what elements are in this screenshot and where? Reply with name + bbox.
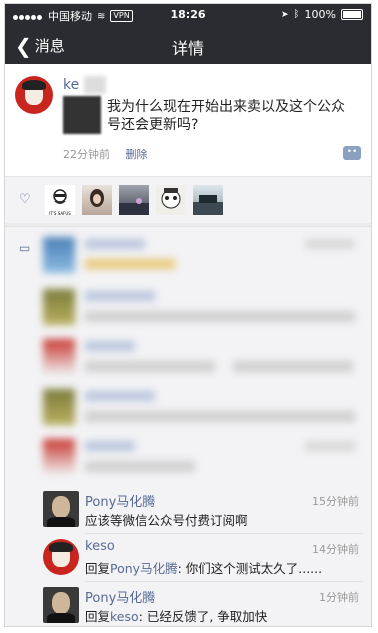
status-right: ➤ ᛒ 100% [281,8,363,21]
comment-item[interactable]: Pony马化腾 回复keso: 已经反馈了, 争取加快 1分钟前 [43,585,363,626]
status-bar: 中国移动 ≋ VPN 18:26 ➤ ᛒ 100% [5,4,371,26]
blurred-comment [43,437,363,485]
comments-section: ▭ Pony马化腾 应该等微信公众号付费订阅啊 15分钟前 keso 回复Pon… [5,226,371,626]
comment-divider [85,533,363,534]
comment-time: 15分钟前 [312,495,359,508]
blurred-comment [43,387,363,435]
commenter-avatar[interactable] [43,587,79,623]
battery-icon [341,9,363,20]
blurred-comment [43,287,363,335]
bluetooth-icon: ᛒ [293,9,300,20]
comment-body: : 已经反馈了, 争取加快 [138,609,268,624]
reply-prefix: 回复 [85,609,111,624]
likes-section: ♡ IT'S SAFUS [5,176,371,223]
author-name-blur [83,76,106,94]
like-avatar[interactable] [193,185,223,215]
location-icon: ➤ [281,9,289,20]
comment-text: 回复keso: 已经反馈了, 争取加快 [85,606,267,625]
commenter-name[interactable]: keso [85,539,115,554]
comment-item[interactable]: Pony马化腾 应该等微信公众号付费订阅啊 15分钟前 [43,489,363,533]
comment-text: 回复Pony马化腾: 你们这个测试太久了...... [85,558,322,577]
comment-button[interactable]: •• [343,146,361,160]
reply-to-name[interactable]: keso [110,609,139,624]
commenter-name[interactable]: Pony马化腾 [85,491,155,510]
comment-text: 应该等微信公众号付费订阅啊 [85,513,248,528]
reply-prefix: 回复 [85,561,111,576]
like-avatar[interactable] [156,185,186,215]
post-meta: 22分钟前 删除 [63,146,148,162]
comment-divider [85,581,363,582]
moment-post: ke 我为什么现在开始出来卖以及这个公众号还会更新吗? 22分钟前 删除 •• [5,64,371,176]
like-avatar-caption: IT'S SAFUS [49,211,71,216]
post-time: 22分钟前 [63,148,110,161]
commenter-avatar[interactable] [43,539,79,575]
heart-icon: ♡ [19,192,31,207]
screen-frame: 中国移动 ≋ VPN 18:26 ➤ ᛒ 100% ❮ 消息 详情 ke 我为什… [4,3,372,627]
reply-to-name[interactable]: Pony马化腾 [110,561,178,576]
author-name[interactable]: ke [63,76,106,94]
delete-link[interactable]: 删除 [126,148,148,161]
like-avatar[interactable] [82,185,112,215]
comment-time: 1分钟前 [319,591,359,604]
like-avatar[interactable]: IT'S SAFUS [45,185,75,216]
author-avatar[interactable] [15,76,53,114]
comment-body: : 你们这个测试太久了...... [177,561,323,576]
commenter-avatar[interactable] [43,491,79,527]
comment-item[interactable]: keso 回复Pony马化腾: 你们这个测试太久了...... 14分钟前 [43,537,363,581]
blurred-comment [43,337,363,385]
comment-time: 14分钟前 [312,543,359,556]
author-name-text: ke [63,77,80,93]
blurred-comment [43,235,363,283]
comment-icon: ▭ [19,241,31,255]
post-text[interactable]: 我为什么现在开始出来卖以及这个公众号还会更新吗? [107,98,357,134]
page-title: 详情 [171,39,204,58]
like-avatar[interactable] [119,185,149,215]
battery-percent: 100% [304,8,336,21]
commenter-name[interactable]: Pony马化腾 [85,587,155,606]
nav-bar: ❮ 消息 详情 [5,26,371,64]
shared-link-thumbnail[interactable] [63,96,101,134]
